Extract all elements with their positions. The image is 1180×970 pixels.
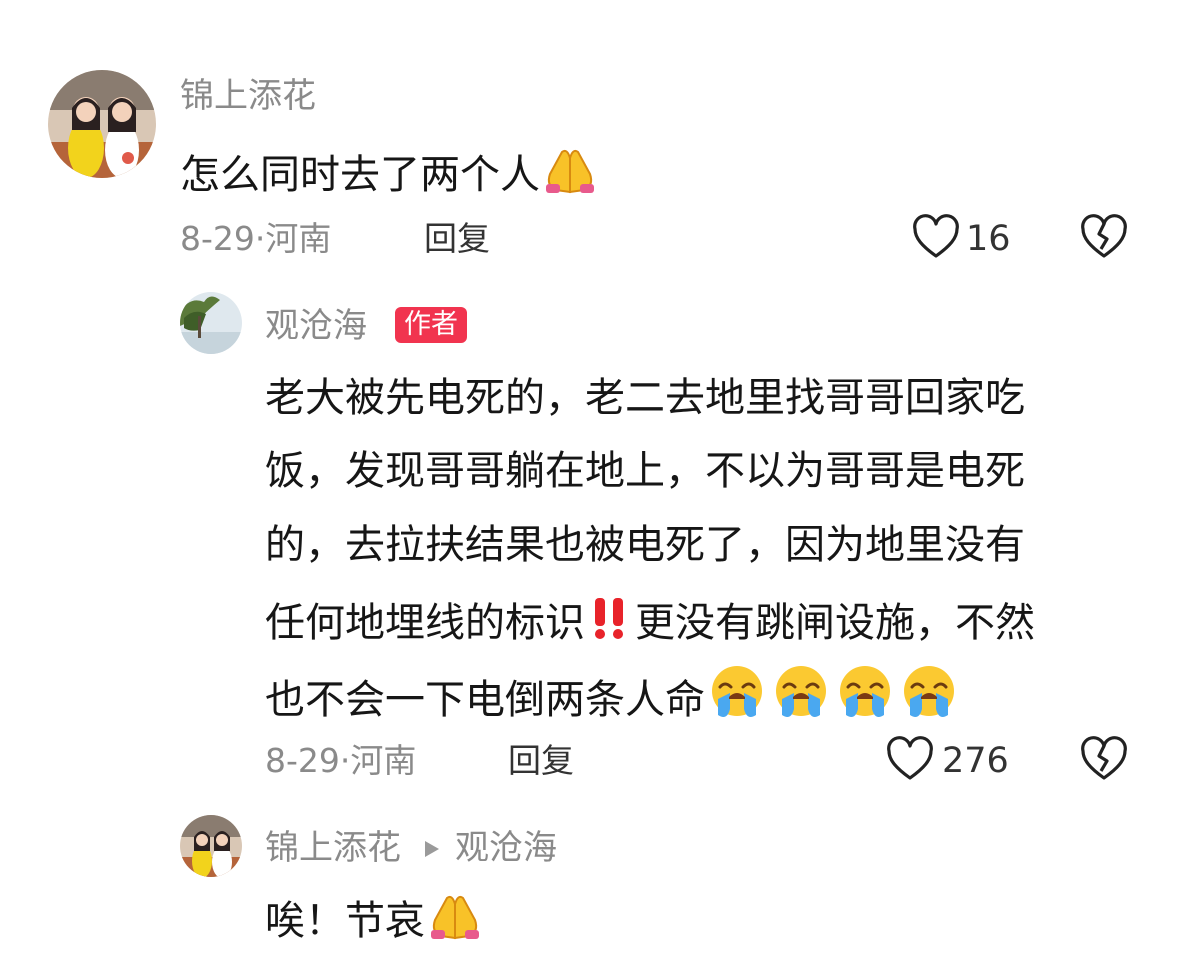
like-count: 16 <box>966 219 1011 259</box>
comment-text-line: 的，去拉扶结果也被电死了，因为地里没有 <box>265 522 1025 568</box>
like-button[interactable]: 16 <box>912 214 1011 264</box>
comment-text-content: 唉！节哀 <box>265 898 425 944</box>
comment-date: 8-29· <box>265 741 351 780</box>
comment-text-line: 也不会一下电倒两条人命 <box>265 663 961 730</box>
comment-text-line: 老大被先电死的，老二去地里找哥哥回家吃 <box>265 375 1025 421</box>
comment-location: 河南 <box>265 219 332 258</box>
comment-text-content: 更没有跳闸设施，不然 <box>635 600 1035 646</box>
comment-text: 怎么同时去了两个人 <box>180 146 600 205</box>
comment-author[interactable]: 锦上添花 <box>180 76 316 116</box>
broken-heart-icon <box>1080 736 1128 786</box>
folded-hands-icon <box>425 892 485 951</box>
comment-meta: 8-29·河南 <box>265 741 416 781</box>
avatar[interactable] <box>180 815 242 877</box>
crying-face-icon <box>897 663 961 730</box>
broken-heart-icon <box>1080 214 1128 264</box>
reply-button[interactable]: 回复 <box>508 741 574 781</box>
comment-author[interactable]: 观沧海 <box>265 306 367 346</box>
comment-location: 河南 <box>350 741 417 780</box>
heart-icon <box>886 736 934 786</box>
like-count: 276 <box>942 741 1009 781</box>
double-exclamation-icon <box>585 594 635 653</box>
author-badge: 作者 <box>395 307 467 343</box>
comment-text: 唉！节哀 <box>265 892 485 951</box>
reply-to-name[interactable]: 观沧海 <box>455 828 557 868</box>
comment-meta: 8-29·河南 <box>180 219 331 259</box>
comment-date: 8-29· <box>180 219 266 258</box>
comment-text-line: 饭，发现哥哥躺在地上，不以为哥哥是电死 <box>265 448 1025 494</box>
avatar[interactable] <box>180 292 242 354</box>
dislike-button[interactable] <box>1080 214 1128 264</box>
like-button[interactable]: 276 <box>886 736 1009 786</box>
crying-face-icon <box>705 663 769 730</box>
comment-text-line: 任何地埋线的标识 更没有跳闸设施，不然 <box>265 594 1035 653</box>
comment-text-content: 任何地埋线的标识 <box>265 600 585 646</box>
comment-text-content: 也不会一下电倒两条人命 <box>265 677 705 723</box>
avatar[interactable] <box>48 70 156 178</box>
crying-face-icon <box>833 663 897 730</box>
crying-face-icon <box>769 663 833 730</box>
reply-arrow-icon <box>423 828 441 868</box>
comment-author[interactable]: 锦上添花 观沧海 <box>265 828 557 868</box>
folded-hands-icon <box>540 146 600 205</box>
reply-button[interactable]: 回复 <box>424 219 490 259</box>
dislike-button[interactable] <box>1080 736 1128 786</box>
comment-author-name[interactable]: 锦上添花 <box>265 828 401 868</box>
comment-text-content: 怎么同时去了两个人 <box>180 152 540 198</box>
heart-icon <box>912 214 960 264</box>
